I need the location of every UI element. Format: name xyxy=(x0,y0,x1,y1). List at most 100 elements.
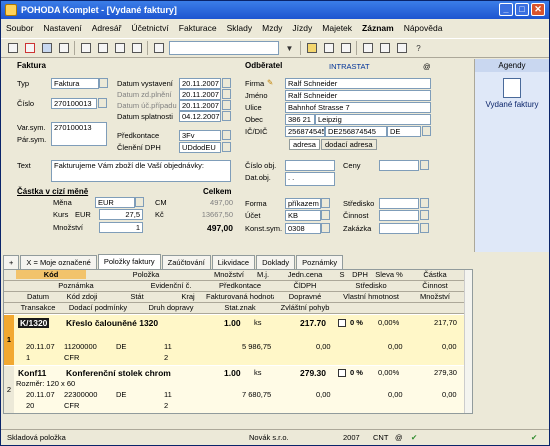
stredisko-field[interactable] xyxy=(379,198,419,209)
row-kraj[interactable]: 11 xyxy=(164,342,172,351)
row-hodnota[interactable]: 7 680,75 xyxy=(242,390,271,399)
row-mj[interactable]: ks xyxy=(254,368,262,377)
row-dph[interactable]: 0 % xyxy=(350,318,363,327)
col-dph[interactable]: DPH xyxy=(348,270,372,279)
row-kraj[interactable]: 11 xyxy=(164,390,172,399)
row-cena[interactable]: 217.70 xyxy=(300,318,326,328)
menu-jizdy[interactable]: Jízdy xyxy=(287,23,317,33)
row-checkbox[interactable] xyxy=(338,369,346,377)
menu-nastaveni[interactable]: Nastavení xyxy=(38,23,86,33)
col-kod-zdoji[interactable]: Kód zdoji xyxy=(60,292,104,301)
row-polozka[interactable]: Křeslo čalouněné 1320 xyxy=(66,318,158,328)
row-dopravne[interactable]: 0,00 xyxy=(316,390,331,399)
row-transakce[interactable]: 20 xyxy=(26,401,34,410)
duplicate-icon[interactable] xyxy=(151,41,166,55)
datum-uc-field[interactable]: 20.11.2007 xyxy=(179,100,221,111)
tab-doklady[interactable]: Doklady xyxy=(256,255,296,269)
grid-scrollbar[interactable] xyxy=(464,270,472,413)
col-dodaci-podminky[interactable]: Dodací podmínky xyxy=(60,303,136,312)
ic-field[interactable]: 256874545 xyxy=(285,126,325,137)
calendar-icon[interactable] xyxy=(222,111,231,121)
row-mnozstvi-2[interactable]: 0,00 xyxy=(442,390,457,399)
menu-soubor[interactable]: Soubor xyxy=(1,23,38,33)
stat-field[interactable]: DE xyxy=(387,126,421,137)
kurs-field[interactable]: 27,5 xyxy=(99,209,143,220)
row-druh[interactable]: 2 xyxy=(164,353,168,362)
row-datum[interactable]: 20.11.07 xyxy=(26,390,55,399)
datum-vystaveni-field[interactable]: 20.11.2007 xyxy=(179,78,221,89)
mnozstvi-field[interactable]: 1 xyxy=(99,222,143,233)
col-stat-znak[interactable]: Stat.znak xyxy=(206,303,274,312)
row-datum[interactable]: 20.11.07 xyxy=(26,342,55,351)
row-checkbox[interactable] xyxy=(338,319,346,327)
konst-dropdown-icon[interactable] xyxy=(321,223,330,233)
filter-combo[interactable] xyxy=(169,41,279,55)
row-kod-zdoji[interactable]: 11200000 xyxy=(64,342,97,351)
dic-field[interactable]: DE256874545 xyxy=(325,126,387,137)
menu-mzdy[interactable]: Mzdy xyxy=(257,23,287,33)
email-icon[interactable]: @ xyxy=(423,62,431,71)
cinnost-field[interactable] xyxy=(379,210,419,221)
menu-ucetnictvi[interactable]: Účetnictví xyxy=(126,23,173,33)
row-stat[interactable]: DE xyxy=(116,342,126,351)
col-cinnost[interactable]: Činnost xyxy=(406,281,464,290)
paste-icon[interactable] xyxy=(112,41,127,55)
minimize-button[interactable]: _ xyxy=(499,3,513,16)
row-sleva[interactable]: 0,00% xyxy=(378,318,399,327)
text-field[interactable]: Fakturujeme Vám zboží dle Vaší objednávk… xyxy=(51,160,231,182)
datum-zd-field[interactable]: 20.11.2007 xyxy=(179,89,221,100)
tab-polozky-faktury[interactable]: Položky faktury xyxy=(97,254,161,269)
cislo-button[interactable] xyxy=(98,98,107,108)
window-icon[interactable] xyxy=(377,41,392,55)
col-transakce[interactable]: Transakce xyxy=(16,303,60,312)
invoice-icon[interactable] xyxy=(503,78,521,98)
col-castka[interactable]: Částka xyxy=(406,270,464,279)
stat-dropdown-icon[interactable] xyxy=(422,126,431,136)
row-poznamka[interactable]: Rozměr: 120 x 60 xyxy=(16,379,75,388)
row-kod-zdoji[interactable]: 22300000 xyxy=(64,390,97,399)
col-cldph[interactable]: ČlDPH xyxy=(274,281,336,290)
calculator-icon[interactable] xyxy=(338,41,353,55)
col-vlastni-hmotnost[interactable]: Vlastní hmotnost xyxy=(336,292,406,301)
ulice-field[interactable]: Bahnhof Strasse 7 xyxy=(285,102,431,113)
monitor-icon[interactable] xyxy=(394,41,409,55)
col-mnozstvi-2[interactable]: Množství xyxy=(406,292,464,301)
menu-napoveda[interactable]: Nápověda xyxy=(399,23,448,33)
row-castka[interactable]: 217,70 xyxy=(434,318,457,327)
typ-select[interactable]: Faktura xyxy=(51,78,99,89)
predkontace-field[interactable]: 3Fv xyxy=(179,130,221,141)
forma-dropdown-icon[interactable] xyxy=(321,198,330,208)
col-predkontace[interactable]: Předkontace xyxy=(206,281,274,290)
table-icon[interactable] xyxy=(321,41,336,55)
email-status-icon[interactable]: @ xyxy=(395,433,403,442)
mena-select[interactable]: EUR xyxy=(95,197,135,208)
col-fakturovana-hodnota[interactable]: Fakturovaná hodnota xyxy=(206,292,274,301)
tab-moje-oznacene[interactable]: X = Moje označené xyxy=(20,255,97,269)
calendar-icon[interactable] xyxy=(222,78,231,88)
zakazka-field[interactable] xyxy=(379,223,419,234)
ucet-dropdown-icon[interactable] xyxy=(321,210,330,220)
agenda-item-vydane-faktury[interactable]: Vydané faktury xyxy=(475,100,549,109)
ceny-field[interactable] xyxy=(379,160,419,171)
copy-icon[interactable] xyxy=(95,41,110,55)
cinnost-dropdown-icon[interactable] xyxy=(420,210,429,220)
datum-splat-field[interactable]: 04.12.2007 xyxy=(179,111,221,122)
forma-select[interactable]: příkazem xyxy=(285,198,321,209)
maximize-button[interactable]: □ xyxy=(515,3,529,16)
firma-field[interactable]: Ralf Schneider xyxy=(285,78,431,89)
table-row[interactable]: 2 Konf11 Konferenční stolek chrom 1.00 k… xyxy=(4,366,466,413)
col-kraj[interactable]: Kraj xyxy=(170,292,206,301)
calendar-icon[interactable] xyxy=(222,100,231,110)
save-icon[interactable] xyxy=(39,41,54,55)
jmeno-field[interactable]: Ralf Schneider xyxy=(285,90,431,101)
typ-dropdown-icon[interactable] xyxy=(99,78,108,88)
view-icon[interactable] xyxy=(360,41,375,55)
menu-adresar[interactable]: Adresář xyxy=(87,23,127,33)
row-hodnota[interactable]: 5 986,75 xyxy=(242,342,271,351)
menu-fakturace[interactable]: Fakturace xyxy=(174,23,222,33)
col-stredisko[interactable]: Středisko xyxy=(336,281,406,290)
close-button[interactable]: ✕ xyxy=(531,3,545,16)
print-icon[interactable] xyxy=(78,41,93,55)
row-hmotnost[interactable]: 0,00 xyxy=(388,342,403,351)
row-podminky[interactable]: CFR xyxy=(64,353,79,362)
